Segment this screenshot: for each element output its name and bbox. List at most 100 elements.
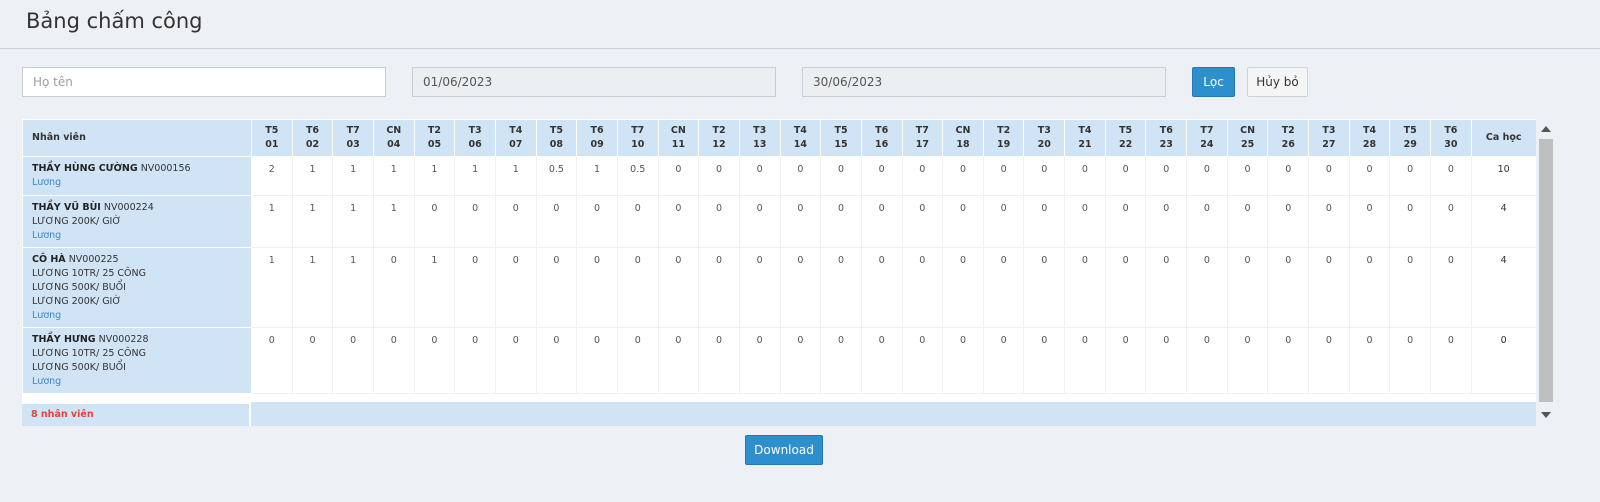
- attendance-cell[interactable]: 0: [942, 327, 984, 394]
- scroll-down-arrow-icon[interactable]: [1541, 412, 1551, 418]
- scrollbar-thumb[interactable]: [1539, 139, 1553, 402]
- salary-link[interactable]: Lương: [32, 229, 243, 243]
- attendance-cell[interactable]: 0: [372, 247, 415, 328]
- name-search-input[interactable]: [22, 67, 386, 97]
- attendance-cell[interactable]: 0: [657, 195, 700, 248]
- attendance-cell[interactable]: 1: [332, 195, 374, 248]
- attendance-cell[interactable]: 0: [1430, 327, 1472, 394]
- attendance-cell[interactable]: 0: [820, 327, 862, 394]
- attendance-cell[interactable]: 0: [1023, 327, 1066, 394]
- attendance-cell[interactable]: 0: [1308, 156, 1350, 196]
- attendance-cell[interactable]: 0: [820, 156, 862, 196]
- attendance-cell[interactable]: 0: [413, 327, 456, 394]
- salary-link[interactable]: Lương: [32, 176, 243, 190]
- attendance-cell[interactable]: 0: [1389, 327, 1432, 394]
- attendance-cell[interactable]: 0: [1430, 195, 1472, 248]
- attendance-cell[interactable]: 0: [1389, 156, 1432, 196]
- attendance-cell[interactable]: 0: [657, 247, 700, 328]
- attendance-cell[interactable]: 0: [779, 156, 822, 196]
- attendance-cell[interactable]: 0: [1186, 327, 1228, 394]
- attendance-cell[interactable]: 0: [1023, 195, 1066, 248]
- attendance-cell[interactable]: 0: [251, 327, 293, 394]
- attendance-cell[interactable]: 1: [494, 156, 537, 196]
- attendance-cell[interactable]: 0: [616, 247, 659, 328]
- attendance-cell[interactable]: 0: [779, 195, 822, 248]
- attendance-cell[interactable]: 0: [1308, 247, 1350, 328]
- attendance-cell[interactable]: 0: [291, 327, 334, 394]
- attendance-cell[interactable]: 0: [1145, 195, 1188, 248]
- attendance-cell[interactable]: 0: [1267, 327, 1310, 394]
- attendance-cell[interactable]: 0: [1145, 327, 1188, 394]
- attendance-cell[interactable]: 0: [576, 247, 618, 328]
- attendance-cell[interactable]: 0: [698, 156, 740, 196]
- salary-link[interactable]: Lương: [32, 375, 243, 389]
- attendance-cell[interactable]: 0: [982, 195, 1025, 248]
- attendance-cell[interactable]: 0: [738, 156, 781, 196]
- attendance-cell[interactable]: 0.5: [616, 156, 659, 196]
- attendance-cell[interactable]: 0: [1226, 195, 1269, 248]
- attendance-cell[interactable]: 0: [1023, 156, 1066, 196]
- attendance-cell[interactable]: 1: [251, 195, 293, 248]
- attendance-cell[interactable]: 0: [738, 247, 781, 328]
- attendance-cell[interactable]: 0: [1267, 195, 1310, 248]
- attendance-cell[interactable]: 0: [901, 327, 944, 394]
- attendance-cell[interactable]: 0: [1186, 195, 1228, 248]
- attendance-cell[interactable]: 0: [1348, 327, 1391, 394]
- attendance-cell[interactable]: 0: [657, 156, 700, 196]
- attendance-cell[interactable]: 0: [1226, 156, 1269, 196]
- attendance-cell[interactable]: 0: [1389, 195, 1432, 248]
- attendance-cell[interactable]: 0: [1064, 247, 1106, 328]
- attendance-cell[interactable]: 0: [982, 156, 1025, 196]
- attendance-cell[interactable]: 0: [1226, 327, 1269, 394]
- attendance-cell[interactable]: 0: [494, 247, 537, 328]
- attendance-cell[interactable]: 0: [535, 247, 578, 328]
- attendance-cell[interactable]: 0: [1226, 247, 1269, 328]
- attendance-cell[interactable]: 0: [1064, 195, 1106, 248]
- attendance-cell[interactable]: 0: [1308, 327, 1350, 394]
- attendance-cell[interactable]: 0: [982, 247, 1025, 328]
- attendance-cell[interactable]: 0: [616, 327, 659, 394]
- attendance-cell[interactable]: 0: [1389, 247, 1432, 328]
- attendance-cell[interactable]: 0: [454, 195, 496, 248]
- attendance-cell[interactable]: 0: [1186, 247, 1228, 328]
- attendance-cell[interactable]: 0: [779, 247, 822, 328]
- attendance-cell[interactable]: 0: [576, 327, 618, 394]
- column-header-employee[interactable]: Nhân viên: [22, 119, 252, 157]
- attendance-cell[interactable]: 0: [1348, 247, 1391, 328]
- attendance-cell[interactable]: 0: [1308, 195, 1350, 248]
- attendance-cell[interactable]: 0: [1104, 195, 1147, 248]
- attendance-cell[interactable]: 0: [454, 327, 496, 394]
- salary-link[interactable]: Lương: [32, 309, 243, 323]
- attendance-cell[interactable]: 0: [1348, 156, 1391, 196]
- attendance-cell[interactable]: 1: [291, 156, 334, 196]
- attendance-cell[interactable]: 0: [1186, 156, 1228, 196]
- attendance-cell[interactable]: 0.5: [535, 156, 578, 196]
- attendance-cell[interactable]: 0: [535, 327, 578, 394]
- attendance-cell[interactable]: 1: [291, 247, 334, 328]
- attendance-cell[interactable]: 0: [738, 327, 781, 394]
- attendance-cell[interactable]: 1: [372, 195, 415, 248]
- attendance-cell[interactable]: 0: [860, 247, 903, 328]
- column-header-total[interactable]: Ca học: [1470, 119, 1536, 157]
- attendance-cell[interactable]: 0: [698, 327, 740, 394]
- table-scrollbar[interactable]: [1538, 124, 1556, 426]
- attendance-cell[interactable]: 0: [1104, 327, 1147, 394]
- attendance-cell[interactable]: 2: [251, 156, 293, 196]
- attendance-cell[interactable]: 0: [698, 195, 740, 248]
- attendance-cell[interactable]: 1: [332, 156, 374, 196]
- attendance-cell[interactable]: 0: [1145, 247, 1188, 328]
- attendance-cell[interactable]: 0: [779, 327, 822, 394]
- attendance-cell[interactable]: 0: [1430, 247, 1472, 328]
- attendance-cell[interactable]: 1: [332, 247, 374, 328]
- attendance-cell[interactable]: 0: [616, 195, 659, 248]
- attendance-cell[interactable]: 0: [860, 327, 903, 394]
- date-from-field[interactable]: [412, 67, 776, 97]
- attendance-cell[interactable]: 0: [901, 195, 944, 248]
- attendance-cell[interactable]: 0: [494, 327, 537, 394]
- attendance-cell[interactable]: 0: [1430, 156, 1472, 196]
- attendance-cell[interactable]: 0: [332, 327, 374, 394]
- attendance-cell[interactable]: 0: [860, 195, 903, 248]
- attendance-cell[interactable]: 0: [1064, 156, 1106, 196]
- date-to-field[interactable]: [802, 67, 1166, 97]
- attendance-cell[interactable]: 0: [820, 247, 862, 328]
